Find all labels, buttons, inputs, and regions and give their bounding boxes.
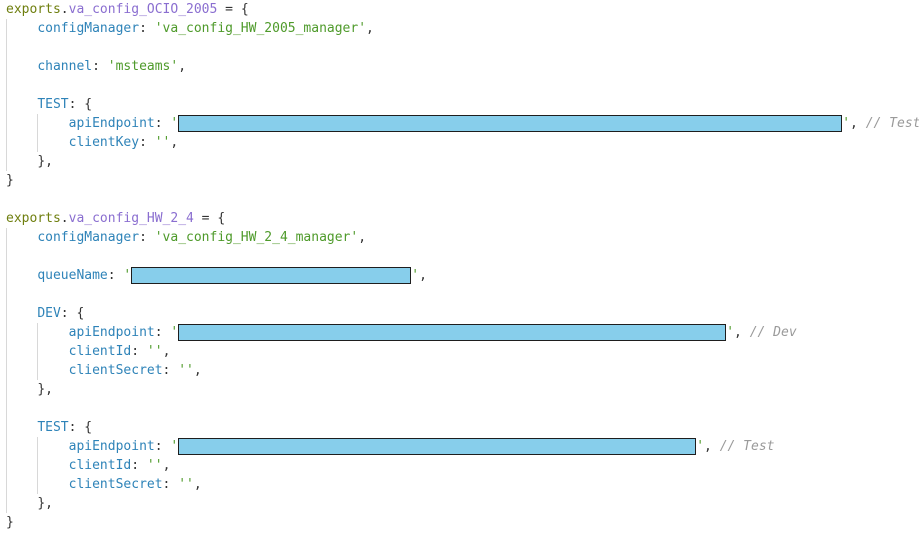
code-line: }, bbox=[6, 152, 53, 171]
redacted-value bbox=[178, 324, 727, 341]
code-line: exports.va_config_HW_2_4 = { bbox=[6, 209, 225, 228]
code-comment: // Test bbox=[719, 439, 775, 454]
assign-open: = { bbox=[217, 2, 249, 17]
property-key: apiEndpoint bbox=[68, 325, 155, 340]
redacted-value bbox=[178, 115, 843, 132]
property-key: queueName bbox=[37, 268, 108, 283]
code-line: DEV: { bbox=[37, 306, 85, 321]
property-key: apiEndpoint bbox=[68, 116, 155, 131]
redacted-value bbox=[178, 438, 697, 455]
block-close: }, bbox=[37, 382, 53, 397]
exports-keyword: exports bbox=[6, 2, 61, 17]
code-line: clientSecret: '', bbox=[68, 477, 202, 492]
string-value: '' bbox=[146, 344, 163, 359]
assign-open: = { bbox=[193, 211, 226, 226]
code-line: configManager: 'va_config_HW_2_4_manager… bbox=[37, 230, 367, 245]
block-close: }, bbox=[37, 154, 53, 169]
env-key: TEST bbox=[37, 97, 69, 112]
code-line: }, bbox=[6, 494, 53, 513]
export-name: va_config_HW_2_4 bbox=[68, 211, 194, 226]
code-line: apiEndpoint: ' ', // Test bbox=[68, 438, 775, 455]
code-line: clientSecret: '', bbox=[68, 363, 202, 378]
redacted-value bbox=[131, 267, 412, 284]
property-key: clientId bbox=[68, 344, 132, 359]
property-key: configManager bbox=[37, 230, 140, 245]
string-value: '' bbox=[146, 458, 163, 473]
string-value: 'va_config_HW_2005_manager' bbox=[154, 21, 367, 36]
block-close: }, bbox=[37, 496, 53, 511]
code-line: } bbox=[6, 513, 14, 532]
property-key: clientSecret bbox=[68, 477, 163, 492]
string-value: 'msteams' bbox=[107, 59, 179, 74]
block-close: } bbox=[6, 173, 14, 188]
code-comment: // Test bbox=[865, 116, 919, 131]
property-key: clientKey bbox=[68, 135, 140, 150]
exports-keyword: exports bbox=[6, 211, 61, 226]
code-line: }, bbox=[6, 380, 53, 399]
dot: . bbox=[60, 211, 69, 226]
property-key: channel bbox=[37, 59, 93, 74]
env-key: DEV bbox=[37, 306, 61, 321]
property-key: apiEndpoint bbox=[68, 439, 155, 454]
code-line: } bbox=[6, 171, 14, 190]
dot: . bbox=[60, 2, 69, 17]
block-close: } bbox=[6, 515, 14, 530]
export-name: va_config_OCIO_2005 bbox=[68, 2, 218, 17]
property-key: clientId bbox=[68, 458, 132, 473]
code-line: exports.va_config_OCIO_2005 = { bbox=[6, 0, 249, 19]
string-value: '' bbox=[154, 135, 171, 150]
code-line: apiEndpoint: ' ', // Test bbox=[68, 115, 919, 132]
code-editor[interactable]: exports.va_config_OCIO_2005 = { configMa… bbox=[0, 0, 919, 535]
code-line: channel: 'msteams', bbox=[37, 59, 187, 74]
string-value: 'va_config_HW_2_4_manager' bbox=[154, 230, 359, 245]
string-value: '' bbox=[178, 363, 194, 378]
code-line: TEST: { bbox=[37, 97, 93, 112]
code-line: clientKey: '', bbox=[68, 135, 179, 150]
env-key: TEST bbox=[37, 420, 69, 435]
code-line: configManager: 'va_config_HW_2005_manage… bbox=[37, 21, 374, 36]
code-line: TEST: { bbox=[37, 420, 93, 435]
code-comment: // Dev bbox=[749, 325, 797, 340]
property-key: clientSecret bbox=[68, 363, 163, 378]
property-key: configManager bbox=[37, 21, 140, 36]
code-line: clientId: '', bbox=[68, 344, 171, 359]
string-value: '' bbox=[178, 477, 194, 492]
code-line: apiEndpoint: ' ', // Dev bbox=[68, 324, 797, 341]
code-line: clientId: '', bbox=[68, 458, 171, 473]
code-line: queueName: ' ', bbox=[37, 267, 427, 284]
